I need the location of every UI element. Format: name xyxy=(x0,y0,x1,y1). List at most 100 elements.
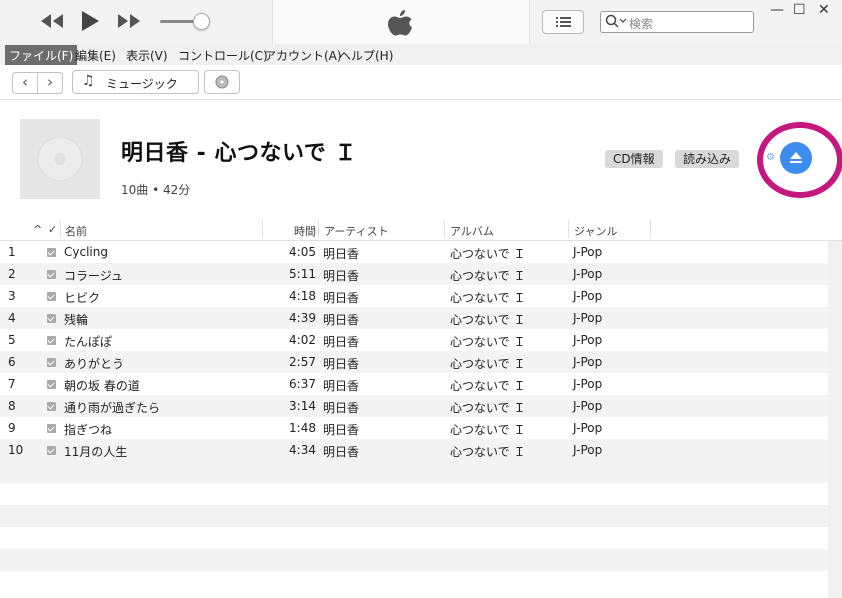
column-name[interactable]: 名前 xyxy=(65,223,87,239)
track-time: 5:11 xyxy=(289,267,316,281)
track-artist: 明日香 xyxy=(323,357,360,371)
track-name: コラージュ xyxy=(64,269,123,283)
track-name: 通り雨が過ぎたら xyxy=(64,401,161,415)
highlight-annotation xyxy=(757,122,842,198)
track-time: 4:05 xyxy=(289,245,316,259)
track-number: 2 xyxy=(8,267,16,281)
track-genre: J-Pop xyxy=(573,399,603,413)
scrollbar[interactable] xyxy=(828,241,842,598)
track-row[interactable]: 3 ヒビク 4:18 明日香 心つないで Ｉ J-Pop xyxy=(0,285,828,307)
track-time: 2:57 xyxy=(289,355,316,369)
track-time: 4:34 xyxy=(289,443,316,457)
sort-indicator[interactable]: ^ xyxy=(33,223,42,236)
track-number: 4 xyxy=(8,311,16,325)
library-selector[interactable]: ♫ ミュージック xyxy=(72,70,199,94)
column-time[interactable]: 時間 xyxy=(294,223,316,239)
track-album: 心つないで Ｉ xyxy=(450,379,526,393)
cd-device-button[interactable] xyxy=(204,70,240,94)
track-checkbox[interactable] xyxy=(47,248,56,257)
track-album: 心つないで Ｉ xyxy=(450,335,526,349)
track-name: 残輪 xyxy=(64,313,89,327)
list-view-button[interactable] xyxy=(542,10,584,34)
back-button[interactable]: ‹ xyxy=(12,72,38,94)
track-time: 4:39 xyxy=(289,311,316,325)
column-album[interactable]: アルバム xyxy=(450,223,494,239)
close-icon[interactable]: ✕ xyxy=(818,2,830,18)
cd-icon xyxy=(215,75,229,89)
search-placeholder: 検索 xyxy=(629,17,654,31)
track-time: 6:37 xyxy=(289,377,316,391)
track-name: 朝の坂 春の道 xyxy=(64,379,140,393)
track-name: Cycling xyxy=(64,245,108,259)
column-divider xyxy=(444,220,445,238)
now-playing-display xyxy=(272,0,530,44)
track-artist: 明日香 xyxy=(323,247,360,261)
track-genre: J-Pop xyxy=(573,333,603,347)
track-number: 7 xyxy=(8,377,16,391)
track-time: 3:14 xyxy=(289,399,316,413)
track-checkbox[interactable] xyxy=(47,446,56,455)
track-number: 9 xyxy=(8,421,16,435)
track-album: 心つないで Ｉ xyxy=(450,291,526,305)
menu-file[interactable]: ファイル(F) xyxy=(5,45,78,66)
import-cd-button[interactable]: 読み込み xyxy=(675,150,740,168)
column-divider xyxy=(262,220,263,238)
track-checkbox[interactable] xyxy=(47,292,56,301)
track-artist: 明日香 xyxy=(323,379,360,393)
track-album: 心つないで Ｉ xyxy=(450,423,526,437)
track-checkbox[interactable] xyxy=(47,358,56,367)
menu-view[interactable]: 表示(V) xyxy=(126,47,168,64)
track-artist: 明日香 xyxy=(323,423,360,437)
menu-edit[interactable]: 編集(E) xyxy=(75,47,116,64)
track-artist: 明日香 xyxy=(323,335,360,349)
track-album: 心つないで Ｉ xyxy=(450,445,526,459)
track-name: ヒビク xyxy=(64,291,101,305)
track-checkbox[interactable] xyxy=(47,314,56,323)
column-artist[interactable]: アーティスト xyxy=(324,223,389,239)
track-time: 4:18 xyxy=(289,289,316,303)
chevron-left-icon: ‹ xyxy=(22,73,28,91)
track-row[interactable]: 4 残輪 4:39 明日香 心つないで Ｉ J-Pop xyxy=(0,307,828,329)
track-album: 心つないで Ｉ xyxy=(450,313,526,327)
column-divider xyxy=(568,220,569,238)
cd-info-button[interactable]: CD情報 xyxy=(605,150,663,168)
next-track-icon[interactable] xyxy=(117,12,141,33)
column-check[interactable]: ✓ xyxy=(48,223,57,236)
menu-account[interactable]: アカウント(A) xyxy=(264,47,342,64)
track-album: 心つないで Ｉ xyxy=(450,357,526,371)
list-icon xyxy=(556,17,571,27)
track-checkbox[interactable] xyxy=(47,402,56,411)
track-checkbox[interactable] xyxy=(47,424,56,433)
track-genre: J-Pop xyxy=(573,245,603,259)
track-row[interactable]: 7 朝の坂 春の道 6:37 明日香 心つないで Ｉ J-Pop xyxy=(0,373,828,395)
track-row[interactable]: 10 11月の人生 4:34 明日香 心つないで Ｉ J-Pop xyxy=(0,439,828,461)
previous-track-icon[interactable] xyxy=(40,12,64,33)
track-row[interactable]: 1 Cycling 4:05 明日香 心つないで Ｉ J-Pop xyxy=(0,241,828,263)
track-genre: J-Pop xyxy=(573,267,603,281)
track-number: 1 xyxy=(8,245,16,259)
maximize-icon[interactable]: ☐ xyxy=(793,2,806,18)
column-divider xyxy=(318,220,319,238)
play-icon[interactable] xyxy=(80,10,100,35)
forward-button[interactable]: › xyxy=(37,72,63,94)
track-album: 心つないで Ｉ xyxy=(450,401,526,415)
track-row[interactable]: 5 たんぽぽ 4:02 明日香 心つないで Ｉ J-Pop xyxy=(0,329,828,351)
track-row[interactable]: 2 コラージュ 5:11 明日香 心つないで Ｉ J-Pop xyxy=(0,263,828,285)
track-genre: J-Pop xyxy=(573,421,603,435)
navigation-bar: ‹ › ♫ ミュージック xyxy=(0,65,842,100)
menu-help[interactable]: ヘルプ(H) xyxy=(339,47,393,64)
volume-slider-knob[interactable] xyxy=(193,13,210,30)
track-row[interactable]: 9 指ぎつね 1:48 明日香 心つないで Ｉ J-Pop xyxy=(0,417,828,439)
column-genre[interactable]: ジャンル xyxy=(574,223,617,239)
track-checkbox[interactable] xyxy=(47,380,56,389)
track-artist: 明日香 xyxy=(323,313,360,327)
track-checkbox[interactable] xyxy=(47,270,56,279)
track-checkbox[interactable] xyxy=(47,336,56,345)
track-artist: 明日香 xyxy=(323,269,360,283)
minimize-icon[interactable]: — xyxy=(770,2,784,18)
track-row[interactable]: 6 ありがとう 2:57 明日香 心つないで Ｉ J-Pop xyxy=(0,351,828,373)
search-field[interactable]: 検索 xyxy=(600,11,754,33)
track-row[interactable]: 8 通り雨が過ぎたら 3:14 明日香 心つないで Ｉ J-Pop xyxy=(0,395,828,417)
empty-track-area xyxy=(0,461,828,593)
menu-controls[interactable]: コントロール(C) xyxy=(178,47,268,64)
